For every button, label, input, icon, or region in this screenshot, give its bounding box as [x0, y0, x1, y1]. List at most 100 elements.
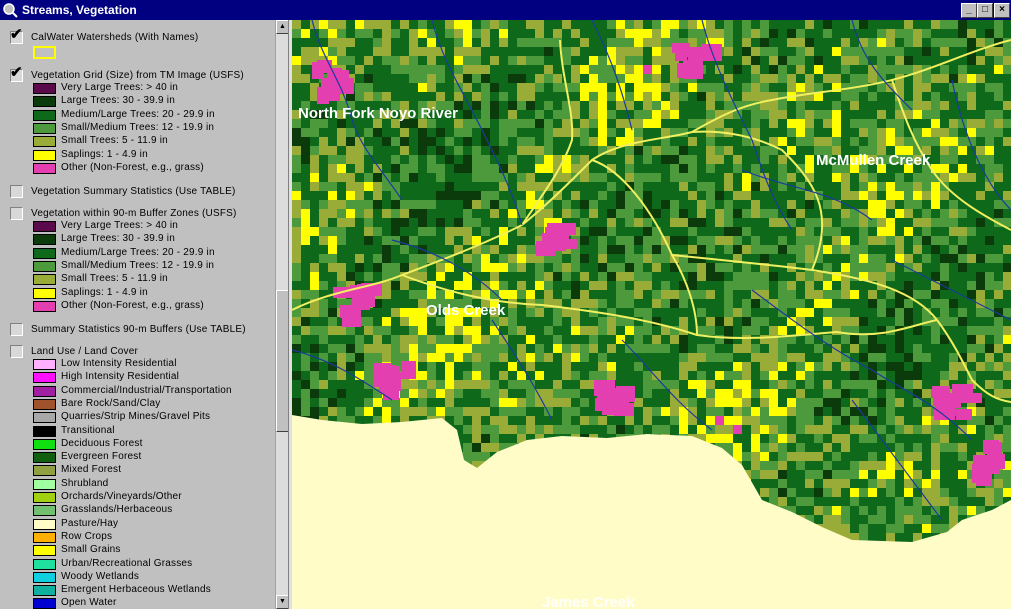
map-view[interactable]: North Fork Noyo River McMullen Creek Old…	[292, 20, 1011, 609]
vegetation-cell	[859, 110, 868, 119]
vegetation-cell	[391, 326, 400, 335]
vegetation-cell	[877, 515, 886, 524]
vegetation-cell	[607, 38, 616, 47]
vegetation-cell	[355, 164, 364, 173]
vegetation-cell	[526, 128, 535, 137]
vegetation-cell	[976, 137, 985, 146]
vegetation-cell	[787, 110, 796, 119]
vegetation-cell	[535, 29, 544, 38]
vegetation-cell	[859, 488, 868, 497]
vegetation-cell	[769, 101, 778, 110]
vegetation-cell	[796, 218, 805, 227]
vegetation-cell	[472, 281, 481, 290]
vegetation-cell	[742, 281, 751, 290]
vegetation-cell	[553, 290, 562, 299]
vegetation-cell	[526, 416, 535, 425]
vegetation-cell	[895, 524, 904, 533]
vegetation-cell	[328, 47, 337, 56]
vegetation-cell	[400, 173, 409, 182]
vegetation-cell	[1003, 344, 1011, 353]
vegetation-cell	[787, 272, 796, 281]
vegetation-cell	[787, 146, 796, 155]
vegetation-cell	[859, 443, 868, 452]
vegetation-cell	[832, 29, 841, 38]
vegetation-cell	[787, 209, 796, 218]
vegetation-cell	[373, 191, 382, 200]
layer-checkbox[interactable]	[10, 323, 23, 336]
vegetation-cell	[400, 65, 409, 74]
vegetation-cell	[499, 56, 508, 65]
vegetation-cell	[913, 425, 922, 434]
vegetation-cell	[760, 227, 769, 236]
vegetation-cell	[850, 236, 859, 245]
vegetation-cell	[760, 245, 769, 254]
layer-checkbox[interactable]: ✔	[10, 65, 23, 82]
vegetation-cell	[382, 200, 391, 209]
vegetation-cell	[463, 227, 472, 236]
vegetation-cell	[436, 335, 445, 344]
vegetation-cell	[409, 155, 418, 164]
vegetation-cell	[373, 128, 382, 137]
vegetation-cell	[931, 146, 940, 155]
vegetation-cell	[598, 272, 607, 281]
vegetation-cell	[769, 470, 778, 479]
vegetation-cell	[787, 128, 796, 137]
vegetation-cell	[418, 407, 427, 416]
vegetation-cell	[508, 137, 517, 146]
vegetation-cell	[832, 218, 841, 227]
vegetation-cell	[490, 191, 499, 200]
vegetation-cell	[517, 65, 526, 74]
vegetation-cell	[949, 479, 958, 488]
vegetation-cell	[760, 29, 769, 38]
vegetation-cell	[292, 164, 301, 173]
vegetation-cell	[958, 209, 967, 218]
layer-checkbox[interactable]	[10, 185, 23, 198]
vegetation-cell	[823, 74, 832, 83]
layer-checkbox[interactable]	[10, 207, 23, 220]
vegetation-cell	[850, 299, 859, 308]
vegetation-cell	[904, 452, 913, 461]
vegetation-cell	[787, 173, 796, 182]
vegetation-cell	[481, 101, 490, 110]
vegetation-cell	[1003, 407, 1011, 416]
vegetation-cell	[697, 155, 706, 164]
vegetation-cell	[571, 335, 580, 344]
vegetation-cell	[976, 83, 985, 92]
vegetation-cell	[814, 308, 823, 317]
vegetation-cell	[436, 74, 445, 83]
vegetation-cell	[526, 101, 535, 110]
toc-scrollbar[interactable]: ▲ ▼	[275, 20, 289, 609]
vegetation-cell	[976, 263, 985, 272]
minimize-icon[interactable]: _	[961, 3, 977, 18]
vegetation-cell	[454, 56, 463, 65]
vegetation-cell	[742, 416, 751, 425]
vegetation-cell	[832, 434, 841, 443]
vegetation-cell	[877, 335, 886, 344]
vegetation-cell	[463, 38, 472, 47]
vegetation-cell	[508, 29, 517, 38]
vegetation-cell	[913, 308, 922, 317]
vegetation-cell	[832, 452, 841, 461]
map-canvas[interactable]: North Fork Noyo River McMullen Creek Old…	[292, 20, 1011, 609]
vegetation-cell	[832, 515, 841, 524]
vegetation-cell	[508, 281, 517, 290]
vegetation-cell	[742, 443, 751, 452]
vegetation-cell	[976, 65, 985, 74]
layer-checkbox[interactable]: ✔	[10, 27, 23, 44]
vegetation-cell	[400, 146, 409, 155]
vegetation-cell	[814, 281, 823, 290]
vegetation-cell	[751, 389, 760, 398]
vegetation-cell	[742, 425, 751, 434]
vegetation-cell	[580, 47, 589, 56]
layer-checkbox[interactable]	[10, 345, 23, 358]
vegetation-cell	[670, 335, 679, 344]
vegetation-cell	[292, 380, 301, 389]
vegetation-cell	[751, 344, 760, 353]
maximize-icon[interactable]: □	[977, 3, 993, 18]
vegetation-cell	[517, 119, 526, 128]
vegetation-cell	[454, 398, 463, 407]
vegetation-cell	[994, 407, 1003, 416]
vegetation-cell	[319, 218, 328, 227]
close-icon[interactable]: ×	[994, 3, 1010, 18]
vegetation-cell	[904, 524, 913, 533]
